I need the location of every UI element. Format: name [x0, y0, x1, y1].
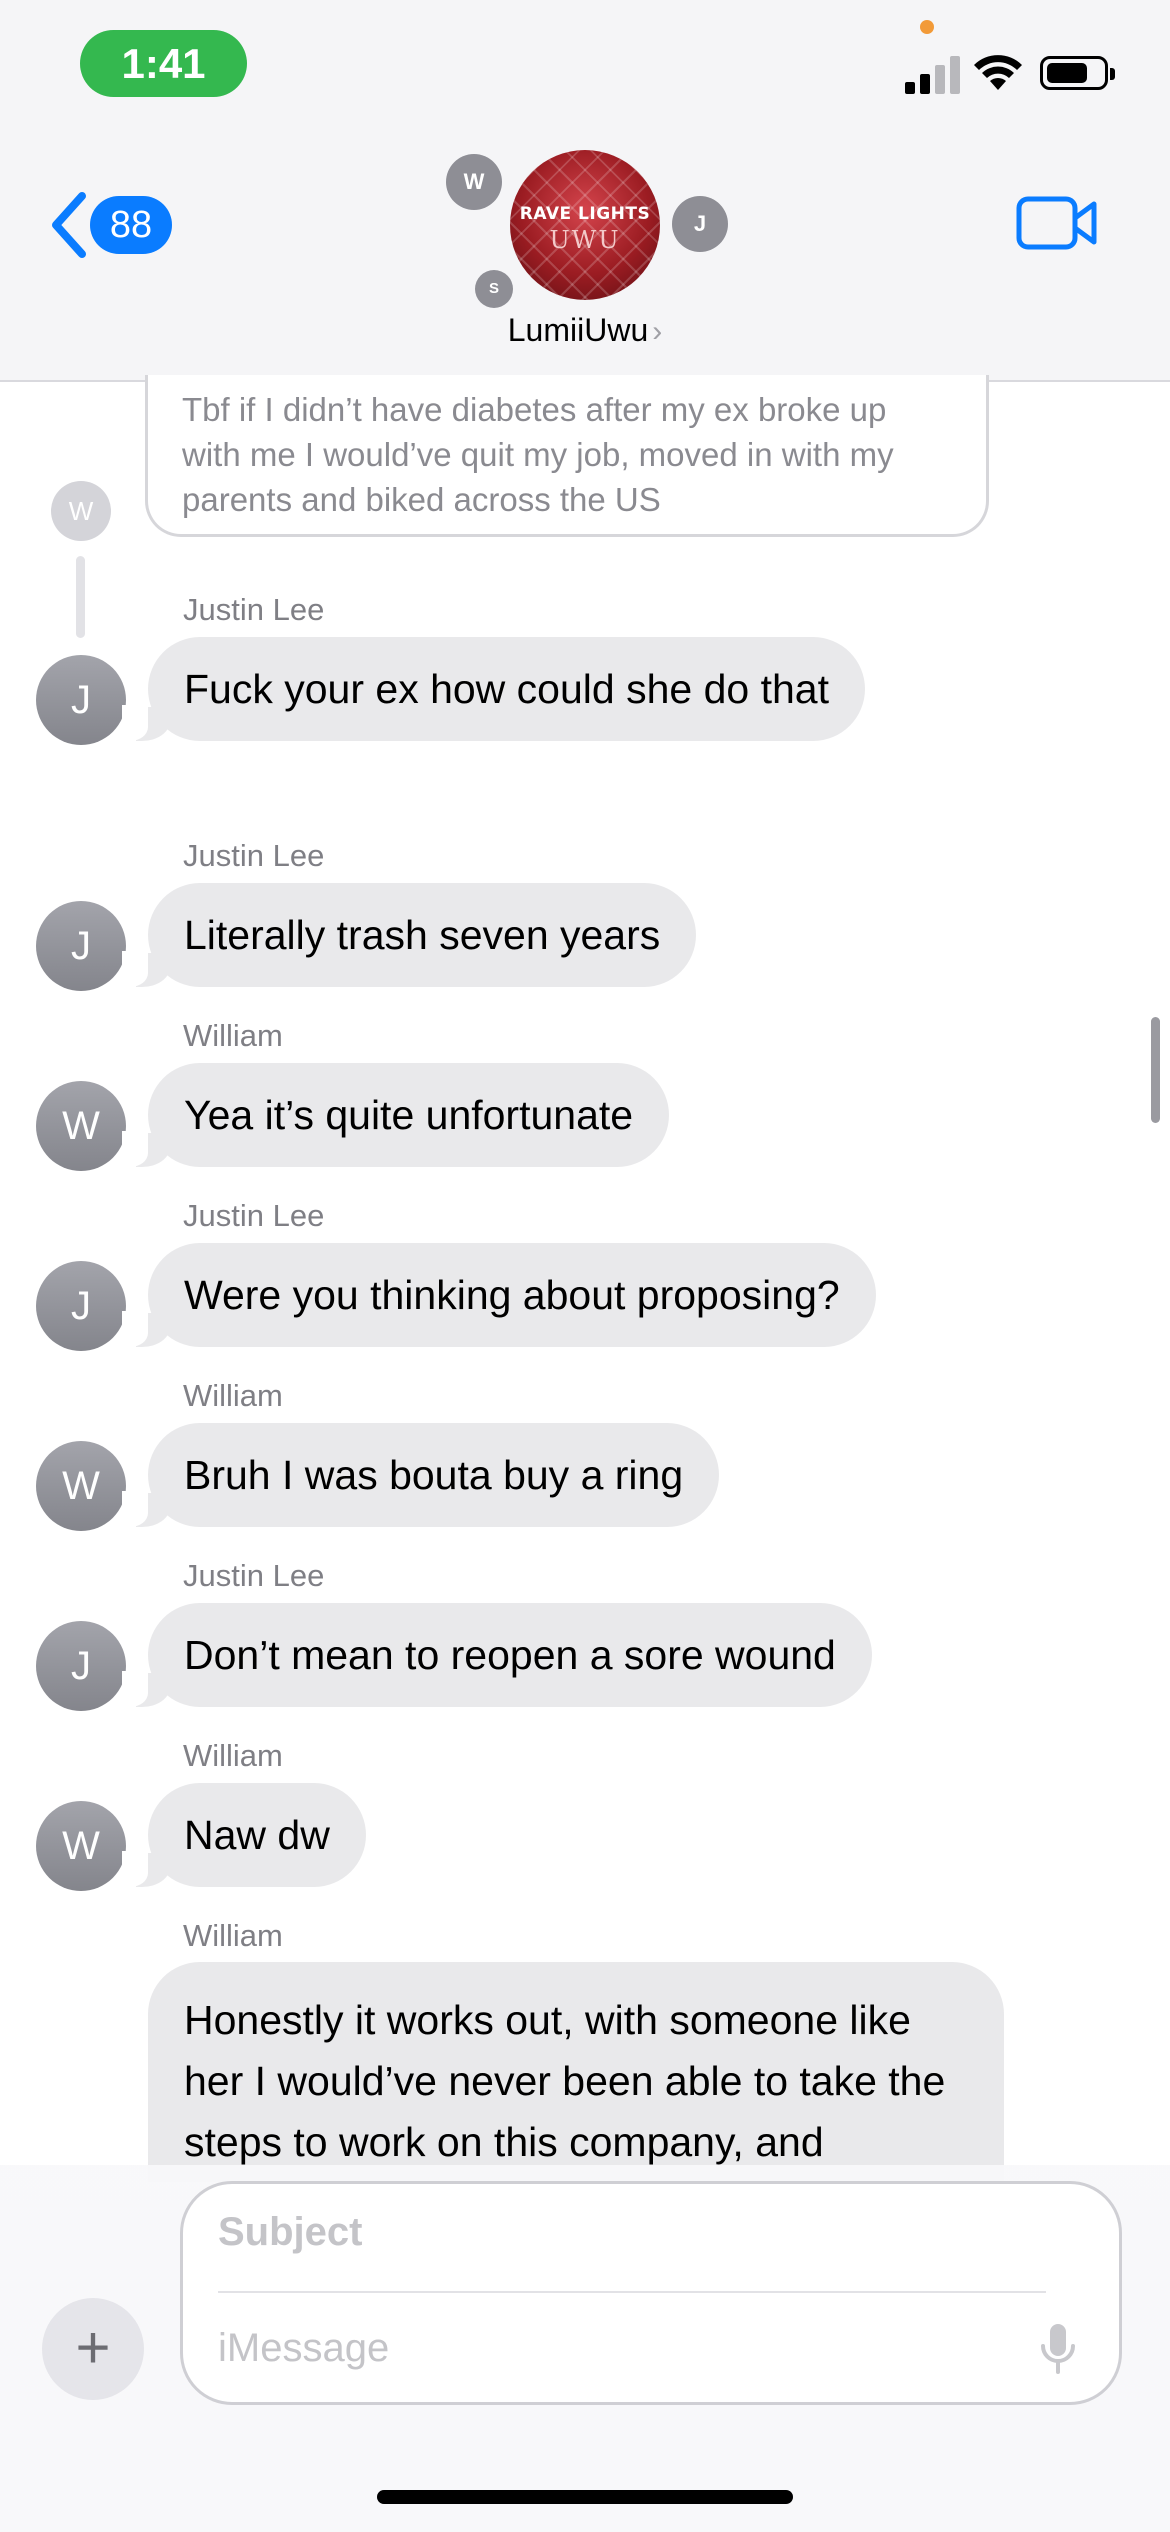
home-indicator[interactable] [377, 2490, 793, 2504]
status-time[interactable]: 1:41 [80, 30, 247, 97]
sender-name: William [183, 1378, 283, 1413]
avatar[interactable]: W [36, 1441, 126, 1531]
avatar-logo-line2: UWU [549, 226, 621, 254]
sender-name: Justin Lee [183, 592, 325, 627]
reply-thread-line [76, 556, 85, 638]
microphone-icon[interactable] [1040, 2322, 1076, 2376]
avatar[interactable]: W [36, 1081, 126, 1171]
message-bubble[interactable]: Honestly it works out, with someone like… [148, 1962, 1004, 2182]
add-attachment-button[interactable]: + [42, 2298, 144, 2400]
avatar[interactable]: J [36, 901, 126, 991]
group-avatar[interactable]: RAVE LIGHTS UWU [510, 150, 660, 300]
group-name: LumiiUwu [507, 312, 649, 348]
sender-name: William [183, 1018, 283, 1053]
member-avatar-s: S [475, 270, 513, 308]
avatar[interactable]: J [36, 1621, 126, 1711]
mic-in-use-indicator [920, 20, 934, 34]
message-bubble[interactable]: Fuck your ex how could she do that [122, 637, 865, 741]
sender-name: William [183, 1738, 283, 1773]
reply-avatar: W [51, 481, 111, 541]
scroll-indicator[interactable] [1151, 1017, 1160, 1123]
message-bubble[interactable]: Yea it’s quite unfortunate [121, 1063, 670, 1167]
sender-name: Justin Lee [183, 838, 325, 873]
member-avatar-j: J [672, 196, 728, 252]
sender-name: William [183, 1918, 283, 1953]
subject-field[interactable]: Subject [218, 2210, 362, 2255]
avatar[interactable]: J [36, 655, 126, 745]
chevron-right-icon: › [652, 315, 663, 348]
member-avatar-w: W [446, 154, 502, 210]
message-bubble[interactable]: Bruh I was bouta buy a ring [121, 1423, 720, 1527]
cellular-signal-icon [905, 50, 961, 94]
wifi-icon [974, 55, 1022, 90]
video-call-icon[interactable] [1016, 196, 1098, 250]
message-input[interactable]: iMessage [218, 2326, 389, 2371]
message-bubble[interactable]: Don’t mean to reopen a sore wound [122, 1603, 872, 1707]
avatar-logo-line1: RAVE LIGHTS [519, 204, 651, 224]
avatar[interactable]: J [36, 1261, 126, 1351]
group-name-button[interactable]: LumiiUwu › [0, 312, 1170, 349]
compose-divider [218, 2291, 1046, 2293]
unread-count-badge[interactable]: 88 [90, 196, 172, 254]
back-chevron-icon[interactable] [48, 192, 88, 258]
sender-name: Justin Lee [183, 1558, 325, 1593]
battery-icon [1040, 56, 1115, 90]
message-bubble[interactable]: Were you thinking about proposing? [122, 1243, 876, 1347]
avatar[interactable]: W [36, 1801, 126, 1891]
message-bubble[interactable]: Naw dw [122, 1783, 366, 1887]
sender-name: Justin Lee [183, 1198, 325, 1233]
navigation-header: 1:41 88 W J S RAVE LIGHTS UWU LumiiUwu › [0, 0, 1170, 382]
reply-context-bubble[interactable]: Tbf if I didn’t have diabetes after my e… [145, 375, 989, 537]
message-bubble[interactable]: Literally trash seven years [121, 883, 697, 987]
